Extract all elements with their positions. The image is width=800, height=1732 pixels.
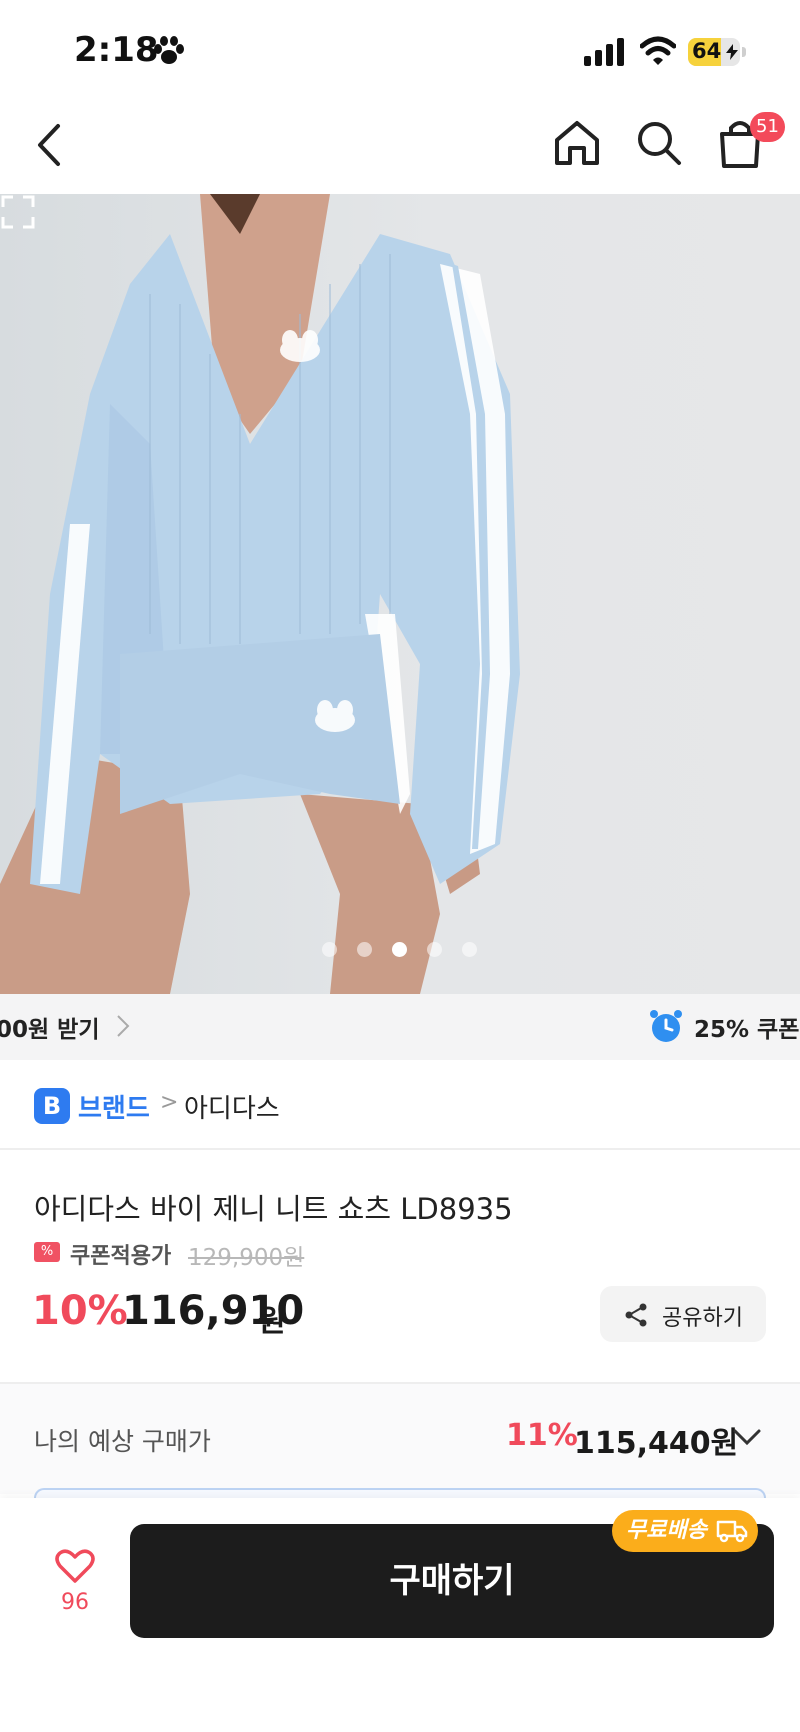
coupon-icon: % (34, 1242, 60, 1262)
search-icon[interactable] (634, 118, 684, 168)
sale-price-unit: 원 (258, 1304, 286, 1339)
battery-level: 64 (692, 39, 722, 63)
status-time: 2:18 (74, 30, 159, 70)
bottom-action-bar: 96 구매하기 무료배송 (0, 1498, 800, 1732)
share-label: 공유하기 (662, 1306, 743, 1331)
cart-count-badge: 51 (750, 112, 785, 142)
product-title: 아디다스 바이 제니 니트 쇼츠 LD8935 (34, 1192, 513, 1226)
breadcrumb-separator: > (160, 1090, 179, 1115)
share-button[interactable]: 공유하기 (600, 1286, 766, 1342)
brand-breadcrumb[interactable]: B 브랜드 > 아디다스 (0, 1060, 800, 1150)
carousel-dot[interactable] (462, 942, 477, 957)
expected-price: 115,440원 (574, 1426, 739, 1461)
battery-charging-icon: 64 (688, 38, 746, 66)
free-shipping-badge: 무료배송 (612, 1510, 758, 1552)
original-price: 129,900원 (188, 1245, 305, 1271)
carousel-dot[interactable] (427, 942, 442, 957)
carousel-dots (322, 942, 477, 957)
coupon-label: 쿠폰적용가 (70, 1244, 172, 1269)
coupon-promo-text[interactable]: 25% 쿠폰 . (694, 1010, 800, 1044)
paw-icon (154, 36, 184, 64)
back-arrow-icon[interactable] (30, 120, 70, 170)
signal-icon (584, 38, 624, 66)
status-bar: 2:18 64 (0, 0, 800, 96)
like-button[interactable]: 96 (50, 1548, 100, 1628)
product-image-carousel[interactable] (0, 194, 800, 994)
home-icon[interactable] (552, 118, 602, 168)
chevron-down-icon[interactable] (732, 1428, 762, 1446)
brand-name-link[interactable]: 아디다스 (184, 1088, 280, 1125)
brand-badge: B (34, 1088, 70, 1124)
like-count: 96 (61, 1590, 89, 1615)
free-shipping-label: 무료배송 (626, 1518, 707, 1543)
brand-label[interactable]: 브랜드 (78, 1088, 150, 1125)
alarm-clock-icon (650, 1010, 682, 1042)
carousel-dot[interactable] (322, 942, 337, 957)
heart-icon (55, 1549, 95, 1583)
expected-price-label: 나의 예상 구매가 (34, 1427, 211, 1456)
expand-icon[interactable] (0, 194, 36, 230)
wifi-icon (640, 36, 676, 65)
expected-discount: 11% (506, 1418, 578, 1453)
carousel-dot[interactable] (392, 942, 407, 957)
carousel-dot[interactable] (357, 942, 372, 957)
promo-reward-text[interactable]: 00원 받기 (0, 1010, 100, 1044)
discount-percent: 10% (32, 1288, 128, 1334)
share-icon (625, 1303, 647, 1327)
truck-icon (716, 1520, 748, 1543)
promo-strip[interactable]: 00원 받기 25% 쿠폰 . (0, 994, 800, 1060)
top-nav-bar: 51 (0, 96, 800, 194)
chevron-right-icon (117, 1015, 130, 1037)
expected-price-row[interactable]: 나의 예상 구매가 11% 115,440원 (0, 1384, 800, 1494)
product-photo (0, 194, 520, 994)
